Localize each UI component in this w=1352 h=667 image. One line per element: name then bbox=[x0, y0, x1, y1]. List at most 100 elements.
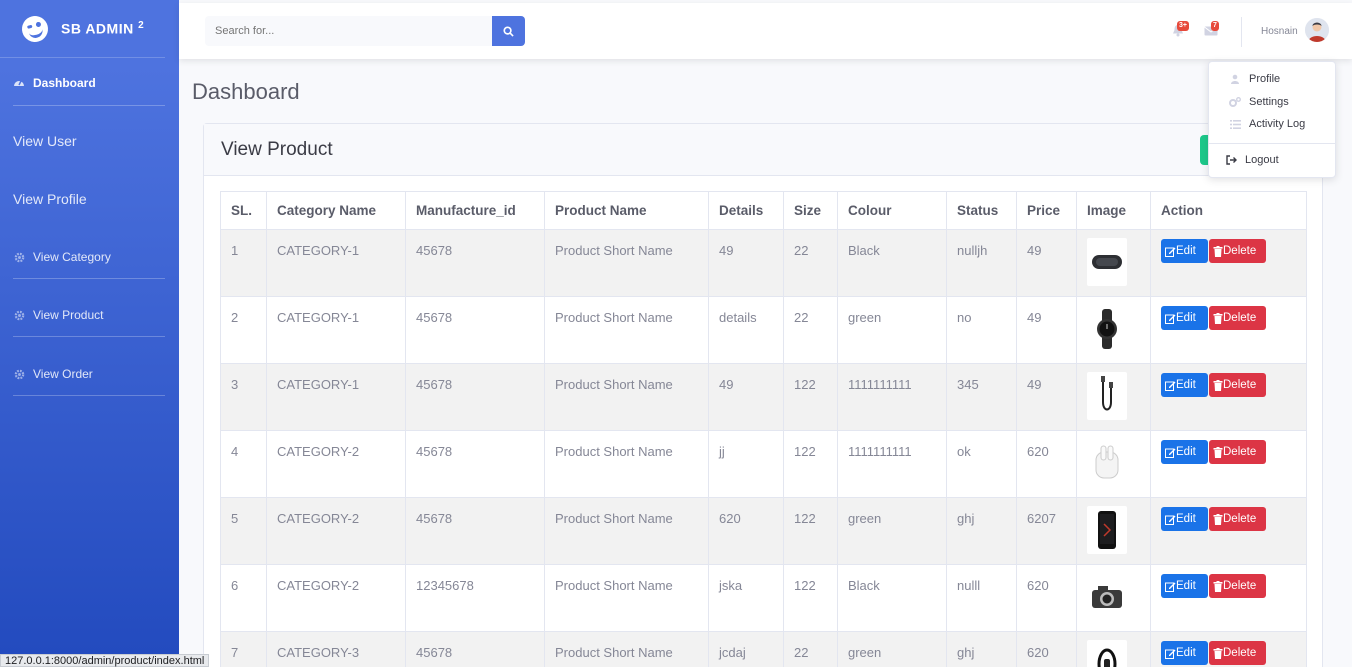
cell-image bbox=[1076, 430, 1151, 498]
column-header: Colour bbox=[837, 191, 947, 230]
edit-button[interactable]: Edit bbox=[1161, 306, 1208, 330]
dropdown-item-profile[interactable]: Profile bbox=[1209, 69, 1337, 89]
sidebar-brand[interactable]: SB ADMIN 2 bbox=[0, 0, 165, 58]
column-header: Product Name bbox=[544, 191, 709, 230]
alerts-dropdown[interactable]: 3+ bbox=[1172, 21, 1189, 38]
delete-button[interactable]: Delete bbox=[1209, 239, 1266, 263]
delete-button[interactable]: Delete bbox=[1209, 574, 1266, 598]
card-header: View Product bbox=[204, 124, 1322, 176]
product-image bbox=[1087, 640, 1127, 667]
column-header: Size bbox=[783, 191, 838, 230]
user-name[interactable]: Hosnain bbox=[1261, 26, 1298, 37]
list-icon bbox=[1229, 119, 1241, 129]
cell-status: ghj bbox=[946, 497, 1017, 565]
avatar[interactable] bbox=[1305, 18, 1329, 42]
product-image bbox=[1087, 372, 1127, 420]
edit-button[interactable]: Edit bbox=[1161, 440, 1208, 464]
cell-manufacture-id: 45678 bbox=[405, 497, 545, 565]
edit-icon bbox=[1165, 649, 1176, 659]
cell-details: 620 bbox=[708, 497, 784, 565]
cell-status: ghj bbox=[946, 631, 1017, 667]
trash-icon bbox=[1213, 312, 1223, 324]
edit-label: Edit bbox=[1176, 379, 1196, 391]
cell-price: 49 bbox=[1016, 296, 1077, 364]
cell-price: 620 bbox=[1016, 564, 1077, 632]
delete-button[interactable]: Delete bbox=[1209, 507, 1266, 531]
cell-sl: 3 bbox=[220, 363, 267, 431]
edit-label: Edit bbox=[1176, 312, 1196, 324]
edit-button[interactable]: Edit bbox=[1161, 507, 1208, 531]
cell-details: jj bbox=[708, 430, 784, 498]
delete-button[interactable]: Delete bbox=[1209, 306, 1266, 330]
table-row: 1 CATEGORY-1 45678 Product Short Name 49 22 Bl… bbox=[220, 229, 1307, 297]
sidebar-item-view-order[interactable]: View Order bbox=[0, 367, 179, 381]
sidebar-item-view-profile[interactable]: View Profile bbox=[0, 191, 179, 207]
user-icon bbox=[1229, 74, 1241, 84]
edit-button[interactable]: Edit bbox=[1161, 641, 1208, 665]
product-image bbox=[1087, 439, 1127, 487]
column-header: Manufacture_id bbox=[405, 191, 545, 230]
search-button[interactable] bbox=[492, 16, 525, 46]
sidebar-divider bbox=[13, 105, 165, 106]
table-row: 4 CATEGORY-2 45678 Product Short Name jj 122 1… bbox=[220, 430, 1307, 498]
dropdown-item-logout[interactable]: Logout bbox=[1209, 150, 1337, 170]
dropdown-item-label: Profile bbox=[1249, 73, 1281, 85]
cell-action: Edit Delete bbox=[1150, 296, 1307, 364]
laugh-wink-icon bbox=[19, 12, 51, 45]
sidebar-item-label: Dashboard bbox=[33, 76, 96, 90]
cell-sl: 2 bbox=[220, 296, 267, 364]
dropdown-item-label: Logout bbox=[1245, 154, 1279, 166]
edit-label: Edit bbox=[1176, 580, 1196, 592]
cell-action: Edit Delete bbox=[1150, 430, 1307, 498]
search-icon bbox=[503, 25, 514, 37]
cell-status: no bbox=[946, 296, 1017, 364]
cell-colour: 1111111111 bbox=[837, 430, 947, 498]
cell-category: CATEGORY-3 bbox=[266, 631, 406, 667]
dropdown-item-activity-log[interactable]: Activity Log bbox=[1209, 114, 1337, 134]
cell-product-name: Product Short Name bbox=[544, 430, 709, 498]
edit-icon bbox=[1165, 247, 1176, 257]
dropdown-item-settings[interactable]: Settings bbox=[1209, 92, 1337, 112]
cell-sl: 1 bbox=[220, 229, 267, 297]
sidebar-item-view-user[interactable]: View User bbox=[0, 133, 179, 149]
cell-colour: Black bbox=[837, 564, 947, 632]
messages-dropdown[interactable]: 7 bbox=[1204, 21, 1219, 38]
trash-icon bbox=[1213, 245, 1223, 257]
cog-icon bbox=[13, 309, 25, 321]
sidebar-item-view-product[interactable]: View Product bbox=[0, 308, 179, 322]
cell-price: 49 bbox=[1016, 229, 1077, 297]
topbar-search bbox=[205, 16, 525, 46]
cell-image bbox=[1076, 631, 1151, 667]
sidebar-item-view-category[interactable]: View Category bbox=[0, 250, 179, 264]
topbar: 3+ 7 Hosnain bbox=[179, 3, 1352, 59]
cell-image bbox=[1076, 363, 1151, 431]
messages-badge: 7 bbox=[1211, 21, 1219, 31]
edit-label: Edit bbox=[1176, 513, 1196, 525]
column-header: Status bbox=[946, 191, 1017, 230]
cell-size: 122 bbox=[783, 564, 838, 632]
sign-out-icon bbox=[1225, 155, 1237, 165]
delete-button[interactable]: Delete bbox=[1209, 373, 1266, 397]
brand-name: SB ADMIN bbox=[61, 20, 134, 37]
cell-status: ok bbox=[946, 430, 1017, 498]
edit-button[interactable]: Edit bbox=[1161, 574, 1208, 598]
cell-sl: 5 bbox=[220, 497, 267, 565]
edit-button[interactable]: Edit bbox=[1161, 373, 1208, 397]
table-row: 3 CATEGORY-1 45678 Product Short Name 49 122 1… bbox=[220, 363, 1307, 431]
edit-button[interactable]: Edit bbox=[1161, 239, 1208, 263]
cell-price: 620 bbox=[1016, 631, 1077, 667]
cell-category: CATEGORY-1 bbox=[266, 296, 406, 364]
search-input[interactable] bbox=[205, 16, 492, 46]
cell-colour: green bbox=[837, 631, 947, 667]
cell-category: CATEGORY-1 bbox=[266, 229, 406, 297]
sidebar-item-dashboard[interactable]: Dashboard bbox=[0, 76, 179, 90]
sidebar-divider bbox=[13, 278, 165, 279]
cell-price: 49 bbox=[1016, 363, 1077, 431]
cell-manufacture-id: 45678 bbox=[405, 430, 545, 498]
cell-size: 122 bbox=[783, 430, 838, 498]
delete-button[interactable]: Delete bbox=[1209, 440, 1266, 464]
delete-button[interactable]: Delete bbox=[1209, 641, 1266, 665]
cogs-icon bbox=[1229, 97, 1241, 107]
sidebar-item-label: View Profile bbox=[13, 191, 87, 207]
status-bar-url: 127.0.0.1:8000/admin/product/index.html bbox=[0, 654, 210, 667]
